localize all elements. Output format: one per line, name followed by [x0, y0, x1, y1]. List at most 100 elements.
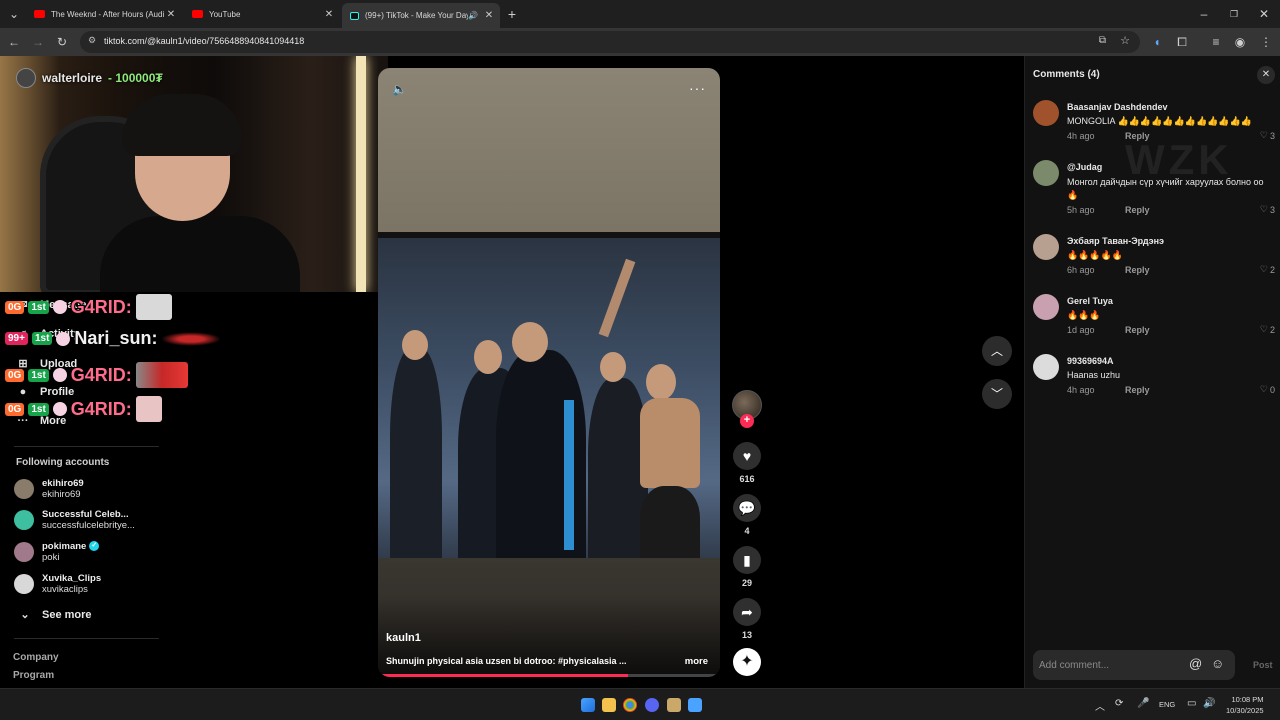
performer — [588, 378, 648, 568]
site-info-icon[interactable]: ⚙ — [88, 35, 96, 46]
close-comments-button[interactable]: ✕ — [1257, 66, 1275, 84]
tab-search-icon[interactable]: ⌄ — [6, 6, 22, 22]
share-action[interactable]: ➦ 13 — [733, 598, 761, 640]
comment-like-button[interactable]: ♡ 2 — [1260, 264, 1275, 275]
caption-more-button[interactable]: more — [685, 656, 708, 667]
chat-message: 0G 1st G4RID: — [5, 362, 188, 388]
bookmark-star-icon[interactable]: ☆ — [1120, 34, 1130, 47]
media-control-icon[interactable]: ≡ — [1208, 34, 1224, 50]
share-arrow-icon[interactable]: ➦ — [733, 598, 761, 626]
comment-user[interactable]: Gerel Tuya — [1067, 296, 1113, 306]
app-icon[interactable] — [688, 698, 702, 712]
app-icon[interactable] — [667, 698, 681, 712]
discord-icon[interactable] — [645, 698, 659, 712]
add-comment-box[interactable]: @ ☺ — [1033, 650, 1235, 680]
video-progress-bar[interactable] — [378, 674, 720, 677]
comment-like-button[interactable]: ♡ 3 — [1260, 130, 1275, 141]
reload-icon[interactable]: ↻ — [54, 34, 70, 50]
install-app-icon[interactable]: ⧉ — [1099, 35, 1106, 46]
close-tab-icon[interactable]: ✕ — [482, 10, 496, 21]
reply-button[interactable]: Reply — [1125, 205, 1150, 215]
tab-title: The Weeknd - After Hours (Audio) — [51, 9, 164, 19]
following-account[interactable]: ekihiro69 ekihiro69 — [14, 478, 84, 500]
video-caption: Shunujin physical asia uzsen bi dotroo: … — [386, 656, 627, 666]
reply-button[interactable]: Reply — [1125, 385, 1150, 395]
save-action[interactable]: ▮ 29 — [733, 546, 761, 588]
video-author[interactable]: kauln1 — [386, 632, 421, 644]
comment-input[interactable] — [1039, 657, 1179, 673]
profile-avatar-icon[interactable]: ◉ — [1232, 34, 1248, 50]
avatar[interactable] — [1033, 354, 1059, 380]
tray-sync-icon[interactable]: ⟳ — [1115, 698, 1123, 709]
comment-user[interactable]: @Judag — [1067, 162, 1102, 172]
reply-button[interactable]: Reply — [1125, 131, 1150, 141]
close-tab-icon[interactable]: ✕ — [322, 9, 336, 20]
tray-chevron-up-icon[interactable]: ︿ — [1095, 698, 1105, 713]
tab-youtube[interactable]: YouTube ✕ — [184, 3, 340, 25]
post-button[interactable]: Post — [1253, 660, 1273, 670]
avatar[interactable] — [1033, 100, 1059, 126]
comment-like-button[interactable]: ♡ 2 — [1260, 324, 1275, 335]
close-tab-icon[interactable]: ✕ — [164, 9, 178, 20]
chrome-icon[interactable] — [623, 698, 637, 712]
more-options-icon[interactable]: ··· — [689, 80, 706, 96]
chat-badge: 0G — [5, 402, 25, 416]
menu-dots-icon[interactable]: ⋮ — [1258, 34, 1274, 50]
speaker-icon[interactable]: 🔊 — [468, 11, 478, 20]
mention-at-icon[interactable]: @ — [1189, 656, 1202, 671]
chat-level-badge: 1st — [28, 368, 49, 382]
avatar[interactable] — [1033, 294, 1059, 320]
comment-like-button[interactable]: ♡ 3 — [1260, 204, 1275, 215]
network-icon[interactable]: ▭ — [1187, 698, 1196, 709]
extensions-icon[interactable]: ⧠ — [1174, 34, 1190, 50]
language-indicator[interactable]: ENG — [1159, 700, 1175, 709]
volume-icon[interactable]: 🔈 — [392, 82, 407, 96]
forward-icon[interactable]: → — [30, 34, 46, 50]
reply-button[interactable]: Reply — [1125, 325, 1150, 335]
comment-text: 🔥🔥🔥 — [1067, 310, 1101, 320]
tab-weeknd[interactable]: The Weeknd - After Hours (Audio) ✕ — [26, 3, 182, 25]
comment-like-button[interactable]: ♡ 0 — [1260, 384, 1275, 395]
microphone-icon[interactable]: 🎤 — [1137, 698, 1149, 709]
like-action[interactable]: ♥ 616 — [733, 442, 761, 484]
footer-link-company[interactable]: Company — [13, 652, 59, 663]
following-account[interactable]: Xuvika_Clips xuvikaclips — [14, 573, 101, 595]
avatar[interactable] — [1033, 160, 1059, 186]
windows-start-icon[interactable] — [581, 698, 595, 712]
emoji-icon[interactable]: ☺ — [1211, 656, 1224, 671]
comment-item: @Judag Монгол дайчдын сүр хүчийг харуула… — [1033, 160, 1275, 215]
extension-audio-icon[interactable]: ◖ — [1149, 34, 1165, 50]
effects-sparkle-icon[interactable]: ✦ — [733, 648, 761, 676]
address-bar[interactable]: ⚙ tiktok.com/@kauln1/video/7566488940841… — [80, 31, 1140, 53]
bookmark-icon[interactable]: ▮ — [733, 546, 761, 574]
volume-tray-icon[interactable]: 🔊 — [1203, 698, 1215, 709]
new-tab-icon[interactable]: + — [504, 6, 520, 22]
previous-video-button[interactable]: ︿ — [982, 336, 1012, 366]
system-clock[interactable]: 10:08 PM 10/30/2025 — [1226, 694, 1264, 716]
follow-plus-icon[interactable]: + — [740, 414, 754, 428]
footer-link-program[interactable]: Program — [13, 670, 54, 681]
minimize-icon[interactable]: – — [1196, 6, 1212, 22]
video-player[interactable]: 🔈 ··· kauln1 Shunujin physical asia uzse… — [378, 68, 720, 677]
restore-icon[interactable]: ❐ — [1226, 6, 1242, 22]
comment-action[interactable]: 💬 4 — [733, 494, 761, 536]
streamer-name: walterloire — [42, 71, 103, 85]
comment-bubble-icon[interactable]: 💬 — [733, 494, 761, 522]
close-window-icon[interactable]: ✕ — [1256, 6, 1272, 22]
see-more-button[interactable]: ⌄ See more — [18, 608, 91, 622]
browser-tab-strip: ⌄ The Weeknd - After Hours (Audio) ✕ You… — [0, 0, 1280, 28]
reply-button[interactable]: Reply — [1125, 265, 1150, 275]
following-account[interactable]: pokimane ✓ poki — [14, 541, 100, 563]
heart-icon[interactable]: ♥ — [733, 442, 761, 470]
next-video-button[interactable]: ﹀ — [982, 379, 1012, 409]
following-account[interactable]: Successful Celeb... successfulcelebritye… — [14, 509, 135, 531]
account-handle: ekihiro69 — [42, 489, 81, 500]
avatar[interactable] — [1033, 234, 1059, 260]
comment-user[interactable]: 99369694A — [1067, 356, 1114, 366]
tab-tiktok[interactable]: (99+) TikTok - Make Your Day 🔊 ✕ — [342, 3, 500, 28]
file-explorer-icon[interactable] — [602, 698, 616, 712]
comment-user[interactable]: Baasanjav Dashdendev — [1067, 102, 1168, 112]
comment-user[interactable]: Эхбаяр Таван-Эрдэнэ — [1067, 236, 1164, 246]
comment-text: 🔥🔥🔥🔥🔥 — [1067, 250, 1124, 260]
back-icon[interactable]: ← — [6, 34, 22, 50]
